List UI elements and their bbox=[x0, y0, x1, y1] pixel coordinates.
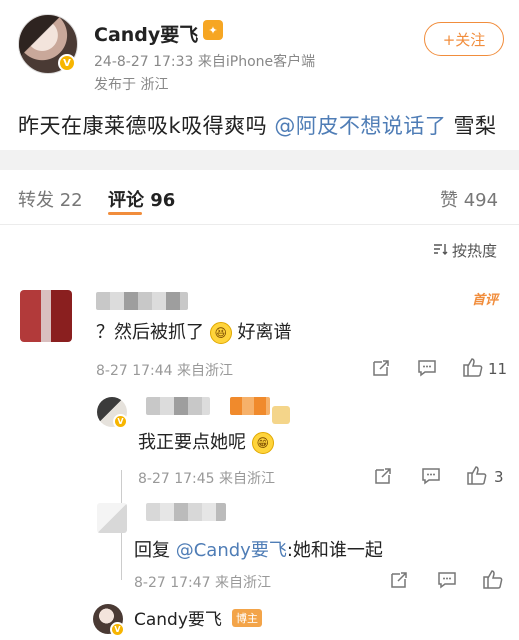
like-icon[interactable] bbox=[466, 464, 488, 486]
sort-icon bbox=[432, 242, 448, 260]
follow-button[interactable]: +关注 bbox=[424, 22, 504, 56]
comment-text-body: ？然后被抓了 bbox=[96, 322, 204, 343]
like-icon[interactable] bbox=[462, 356, 484, 378]
vip-icon: ✦ bbox=[203, 20, 223, 40]
reply-author[interactable]: Candy要飞 bbox=[134, 605, 222, 630]
post-meta: 24-8-27 17:33 来自iPhone客户端 bbox=[94, 54, 316, 70]
post-location: 发布于 浙江 bbox=[94, 77, 169, 93]
reply-meta: 8-27 17:45 来自浙江 bbox=[138, 471, 276, 487]
tab-comment-label: 评论 bbox=[108, 190, 144, 211]
reply-meta: 8-27 17:47 来自浙江 bbox=[134, 575, 272, 591]
laughing-emoji-icon: 😆 bbox=[209, 322, 232, 344]
reply-text: 回复 @Candy要飞:她和谁一起 bbox=[134, 536, 383, 562]
comment-icon[interactable] bbox=[420, 465, 442, 487]
tab-comment[interactable]: 评论 96 bbox=[108, 186, 175, 212]
post-text-body: 昨天在康莱德吸k吸得爽吗 bbox=[18, 114, 275, 138]
verified-icon: V bbox=[113, 414, 128, 429]
tab-repost-count: 22 bbox=[59, 190, 83, 211]
reply-mention-link[interactable]: @Candy要飞 bbox=[176, 540, 287, 561]
tab-active-indicator bbox=[108, 212, 142, 215]
share-icon[interactable] bbox=[388, 569, 410, 591]
reply-name-blurred[interactable] bbox=[146, 503, 226, 521]
share-icon[interactable] bbox=[372, 465, 394, 487]
like-icon[interactable] bbox=[482, 568, 504, 590]
tab-comment-count: 96 bbox=[150, 190, 176, 211]
reply-text: 我正要点她呢 😁 bbox=[138, 428, 274, 454]
author-name[interactable]: Candy要飞 bbox=[94, 20, 198, 47]
reply-prefix: 回复 bbox=[134, 540, 170, 561]
first-comment-badge: 首评 bbox=[472, 293, 499, 308]
comment-text-tail: 好离谱 bbox=[237, 322, 292, 343]
tab-repost[interactable]: 转发 22 bbox=[18, 186, 83, 212]
verified-icon: V bbox=[110, 622, 125, 637]
grinning-emoji-icon: 😁 bbox=[251, 432, 274, 454]
level-icon bbox=[272, 406, 290, 424]
reply-text-body: :她和谁一起 bbox=[286, 540, 383, 561]
section-divider bbox=[0, 150, 519, 170]
comment-icon[interactable] bbox=[436, 569, 458, 591]
sort-toggle[interactable]: 按热度 bbox=[432, 240, 497, 261]
share-icon[interactable] bbox=[370, 357, 392, 379]
like-count: 3 bbox=[494, 468, 504, 486]
tab-divider bbox=[0, 224, 519, 225]
sort-label: 按热度 bbox=[452, 242, 498, 260]
comment-icon[interactable] bbox=[416, 357, 438, 379]
tab-like-label: 赞 bbox=[440, 190, 458, 211]
post-text: 昨天在康莱德吸k吸得爽吗 @阿皮不想说话了 雪梨 bbox=[18, 110, 497, 140]
comment-meta: 8-27 17:44 来自浙江 bbox=[96, 363, 234, 379]
tab-like-count: 494 bbox=[463, 190, 499, 211]
verified-icon: V bbox=[58, 54, 76, 72]
post-text-tail: 雪梨 bbox=[446, 114, 497, 138]
reply-text-body: 我正要点她呢 bbox=[138, 432, 246, 453]
commenter-name-blurred[interactable] bbox=[96, 292, 188, 310]
reply-name-blurred-badge bbox=[230, 397, 270, 415]
post-mention-link[interactable]: @阿皮不想说话了 bbox=[274, 114, 446, 138]
reply-name-blurred[interactable] bbox=[146, 397, 210, 415]
reply-avatar[interactable] bbox=[97, 503, 127, 533]
like-count: 11 bbox=[488, 360, 508, 378]
tab-repost-label: 转发 bbox=[18, 190, 54, 211]
author-badge: 博主 bbox=[232, 609, 262, 627]
commenter-avatar[interactable] bbox=[20, 290, 72, 342]
tab-like[interactable]: 赞 494 bbox=[440, 186, 498, 212]
comment-text: ？然后被抓了 😆 好离谱 bbox=[96, 318, 291, 344]
